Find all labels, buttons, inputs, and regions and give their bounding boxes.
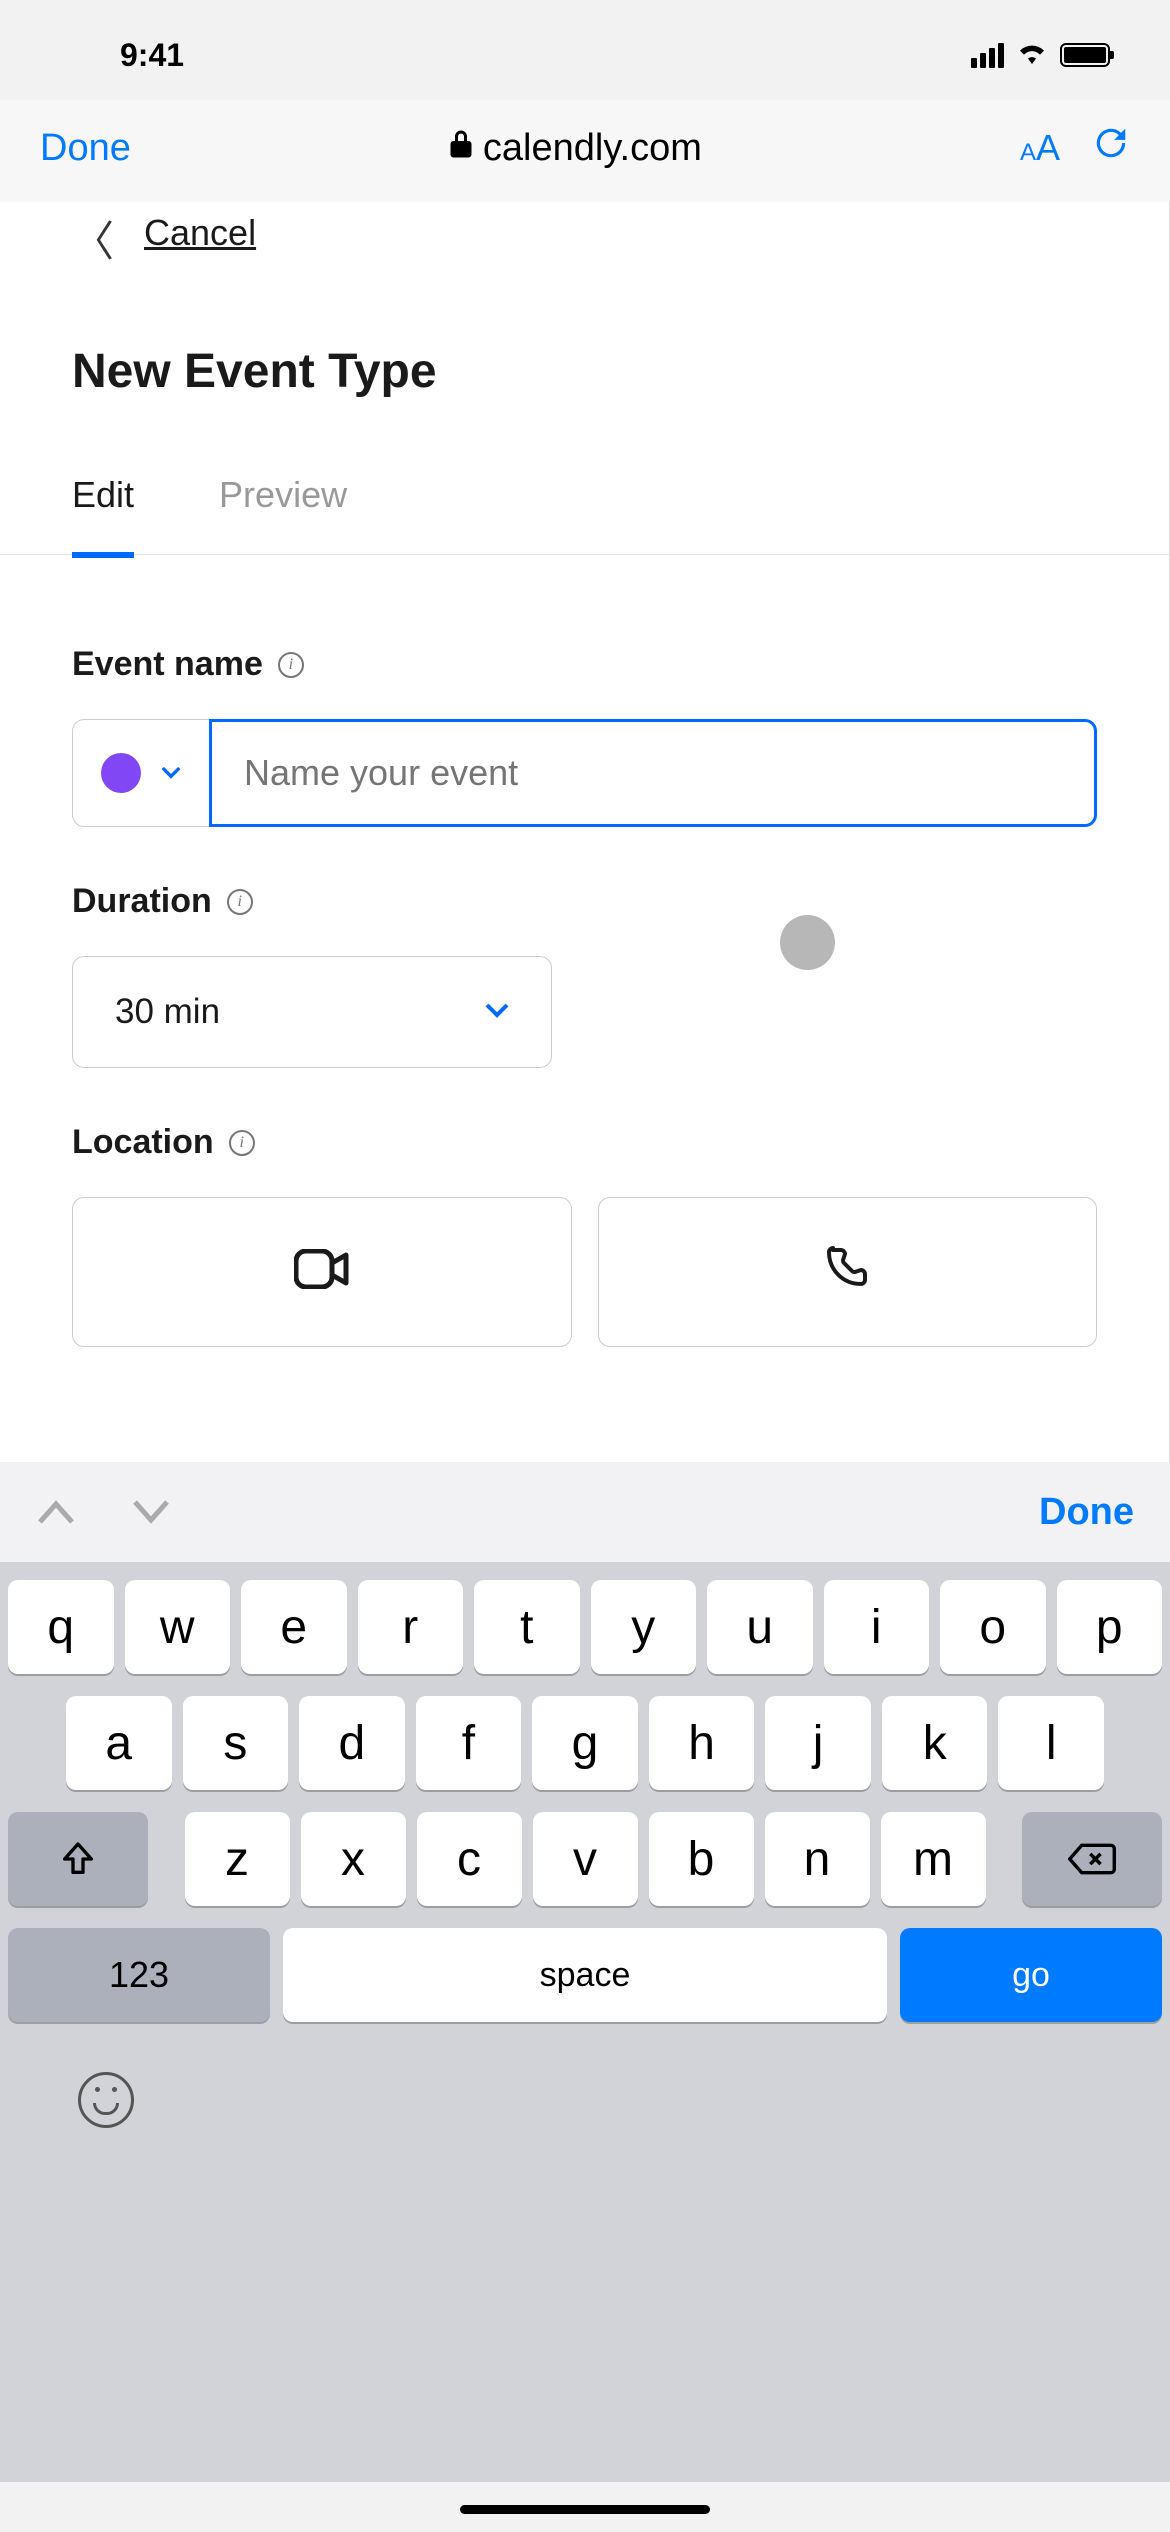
emoji-key[interactable]	[78, 2072, 134, 2128]
key-l[interactable]: l	[998, 1696, 1104, 1790]
chevron-down-icon	[485, 998, 509, 1026]
duration-value: 30 min	[115, 992, 220, 1032]
key-w[interactable]: w	[125, 1580, 231, 1674]
key-j[interactable]: j	[765, 1696, 871, 1790]
key-c[interactable]: c	[417, 1812, 522, 1906]
tab-edit[interactable]: Edit	[72, 474, 134, 516]
location-section: Location i	[72, 1123, 1097, 1347]
key-u[interactable]: u	[707, 1580, 813, 1674]
browser-done-button[interactable]: Done	[40, 127, 131, 170]
key-z[interactable]: z	[185, 1812, 290, 1906]
cancel-link[interactable]: Cancel	[144, 212, 256, 254]
battery-icon	[1060, 43, 1110, 67]
cancel-nav[interactable]: 〈 Cancel	[72, 202, 1097, 269]
key-i[interactable]: i	[824, 1580, 930, 1674]
key-x[interactable]: x	[301, 1812, 406, 1906]
text-cursor-handle[interactable]	[780, 915, 835, 970]
tab-preview[interactable]: Preview	[219, 474, 347, 516]
next-field-button[interactable]	[131, 1488, 171, 1536]
key-b[interactable]: b	[649, 1812, 754, 1906]
keyboard-row-4: 123 space go	[8, 1928, 1162, 2022]
key-shift[interactable]	[8, 1812, 148, 1906]
refresh-button[interactable]	[1092, 124, 1130, 172]
home-indicator[interactable]	[460, 2505, 710, 2514]
event-name-label: Event name i	[72, 645, 1097, 684]
key-o[interactable]: o	[940, 1580, 1046, 1674]
color-select[interactable]	[72, 719, 209, 827]
status-bar: 9:41	[0, 0, 1170, 100]
key-y[interactable]: y	[591, 1580, 697, 1674]
key-h[interactable]: h	[649, 1696, 755, 1790]
location-video-option[interactable]	[72, 1197, 572, 1347]
form-nav-arrows	[36, 1488, 171, 1536]
key-e[interactable]: e	[241, 1580, 347, 1674]
key-m[interactable]: m	[881, 1812, 986, 1906]
duration-section: Duration i 30 min	[72, 882, 1097, 1068]
event-name-input[interactable]	[209, 719, 1097, 827]
key-r[interactable]: r	[358, 1580, 464, 1674]
keyboard-row-2: a s d f g h j k l	[8, 1696, 1162, 1790]
keyboard-row-1: q w e r t y u i o p	[8, 1580, 1162, 1674]
cellular-signal-icon	[971, 43, 1004, 68]
keyboard-done-button[interactable]: Done	[1039, 1491, 1134, 1534]
status-time: 9:41	[120, 37, 184, 74]
key-g[interactable]: g	[532, 1696, 638, 1790]
page-title: New Event Type	[72, 344, 1097, 399]
key-d[interactable]: d	[299, 1696, 405, 1790]
status-indicators	[971, 38, 1110, 72]
url-text: calendly.com	[483, 127, 702, 170]
key-backspace[interactable]	[1022, 1812, 1162, 1906]
key-s[interactable]: s	[183, 1696, 289, 1790]
color-swatch	[101, 753, 141, 793]
key-f[interactable]: f	[416, 1696, 522, 1790]
duration-select[interactable]: 30 min	[72, 956, 552, 1068]
location-options	[72, 1197, 1097, 1347]
event-name-row	[72, 719, 1097, 827]
phone-icon	[823, 1242, 871, 1302]
keyboard: q w e r t y u i o p a s d f g h j k l z …	[0, 1562, 1170, 2482]
key-123[interactable]: 123	[8, 1928, 270, 2022]
key-k[interactable]: k	[882, 1696, 988, 1790]
key-go[interactable]: go	[900, 1928, 1162, 2022]
duration-label: Duration i	[72, 882, 1097, 921]
location-label: Location i	[72, 1123, 1097, 1162]
video-icon	[294, 1243, 350, 1301]
keyboard-row-3: z x c v b n m	[8, 1812, 1162, 1906]
key-q[interactable]: q	[8, 1580, 114, 1674]
tabs: Edit Preview	[0, 474, 1169, 555]
info-icon[interactable]: i	[227, 889, 253, 915]
keyboard-accessory-bar: Done	[0, 1462, 1170, 1562]
browser-toolbar: Done calendly.com AA	[0, 100, 1170, 202]
url-display[interactable]: calendly.com	[449, 127, 702, 170]
chevron-left-icon: 〈	[72, 208, 114, 269]
key-t[interactable]: t	[474, 1580, 580, 1674]
info-icon[interactable]: i	[229, 1130, 255, 1156]
lock-icon	[449, 129, 473, 167]
event-name-section: Event name i	[72, 645, 1097, 827]
keyboard-row-5	[8, 2022, 1162, 2128]
page-body: 〈 Cancel New Event Type Edit Preview Eve…	[0, 202, 1170, 1462]
browser-actions: AA	[1020, 124, 1130, 172]
location-phone-option[interactable]	[598, 1197, 1098, 1347]
key-a[interactable]: a	[66, 1696, 172, 1790]
key-v[interactable]: v	[533, 1812, 638, 1906]
text-size-button[interactable]: AA	[1020, 127, 1060, 169]
key-space[interactable]: space	[283, 1928, 887, 2022]
chevron-down-icon	[161, 759, 181, 787]
key-p[interactable]: p	[1057, 1580, 1163, 1674]
key-n[interactable]: n	[765, 1812, 870, 1906]
prev-field-button[interactable]	[36, 1488, 76, 1536]
info-icon[interactable]: i	[278, 652, 304, 678]
wifi-icon	[1016, 38, 1048, 72]
